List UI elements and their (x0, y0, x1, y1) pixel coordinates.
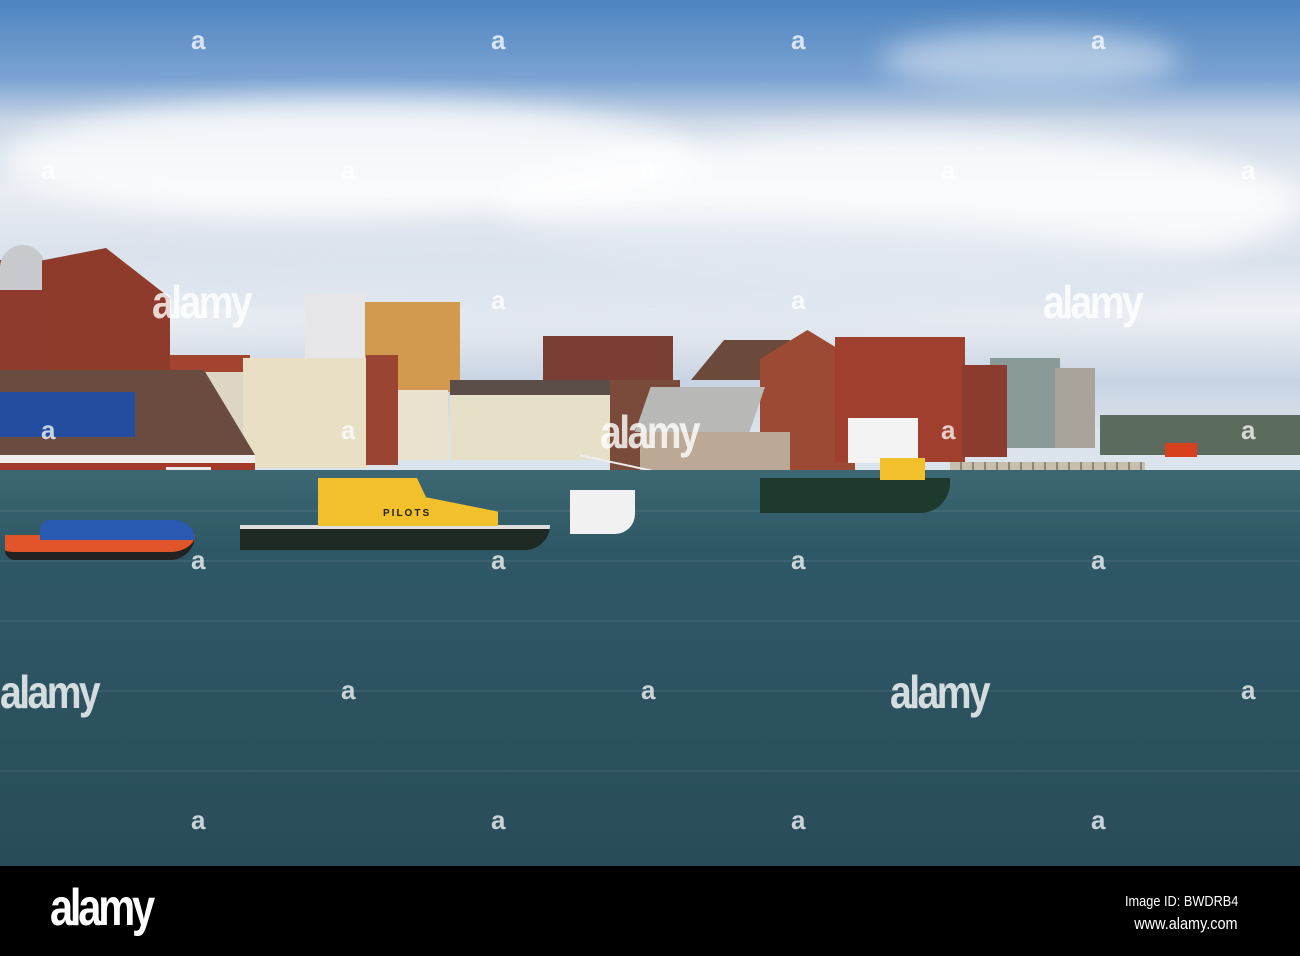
dome (0, 245, 45, 290)
distant-shore (1100, 415, 1300, 455)
watermark: a (191, 25, 206, 55)
watermark-large: alamy (0, 666, 101, 718)
watermark-large: alamy (152, 276, 253, 328)
motor-boat (570, 490, 635, 534)
footer-bar (0, 866, 1300, 956)
watermark: a (341, 155, 356, 185)
pilot-boat-lettering: PILOTS (383, 508, 432, 519)
tug-wheelhouse (848, 418, 918, 463)
cloud (880, 30, 1180, 90)
watermark-large: alamy (600, 406, 701, 458)
watermark: a (41, 155, 56, 185)
watermark: a (791, 25, 806, 55)
watermark: a (1091, 805, 1106, 835)
building-brick (962, 365, 1007, 457)
boat-cover (40, 520, 195, 540)
building-tower-white (305, 293, 365, 358)
watermark-large: alamy (890, 666, 991, 718)
watermark: a (641, 155, 656, 185)
site-url: www.alamy.com (1134, 914, 1238, 933)
watermark: a (341, 675, 356, 705)
watermark: a (1241, 675, 1256, 705)
watermark: a (1241, 415, 1256, 445)
building-white (398, 390, 448, 460)
watermark-large: alamy (1043, 276, 1144, 328)
watermark: a (941, 415, 956, 445)
watermark: a (941, 155, 956, 185)
watermark: a (191, 545, 206, 575)
watermark: a (641, 675, 656, 705)
image-id: Image ID: BWDRB4 (1124, 893, 1238, 910)
watermark: a (491, 545, 506, 575)
watermark: a (491, 285, 506, 315)
watermark: a (491, 805, 506, 835)
watermark: a (191, 805, 206, 835)
alamy-logo: alamy (50, 879, 155, 937)
tug-yellow-panel (880, 458, 925, 480)
watermark: a (791, 805, 806, 835)
watermark: a (1091, 25, 1106, 55)
distant-red-boat (1165, 443, 1197, 457)
tug-hull (760, 478, 950, 513)
watermark: a (791, 545, 806, 575)
blue-panel (0, 392, 135, 437)
watermark: a (1241, 155, 1256, 185)
building-georgian (450, 395, 610, 460)
watermark: a (491, 25, 506, 55)
watermark: a (41, 415, 56, 445)
building-grey (1055, 368, 1095, 448)
roof (450, 380, 610, 395)
watermark: a (1091, 545, 1106, 575)
building-block-brick (543, 336, 673, 386)
watermark: a (791, 285, 806, 315)
building-cream-large (243, 358, 368, 468)
harbour-photo: PILOTS a a a a a a a a a a a a a a a a a… (0, 0, 1300, 866)
building-chimney (366, 355, 398, 465)
cloud (100, 220, 1200, 330)
watermark: a (341, 415, 356, 445)
